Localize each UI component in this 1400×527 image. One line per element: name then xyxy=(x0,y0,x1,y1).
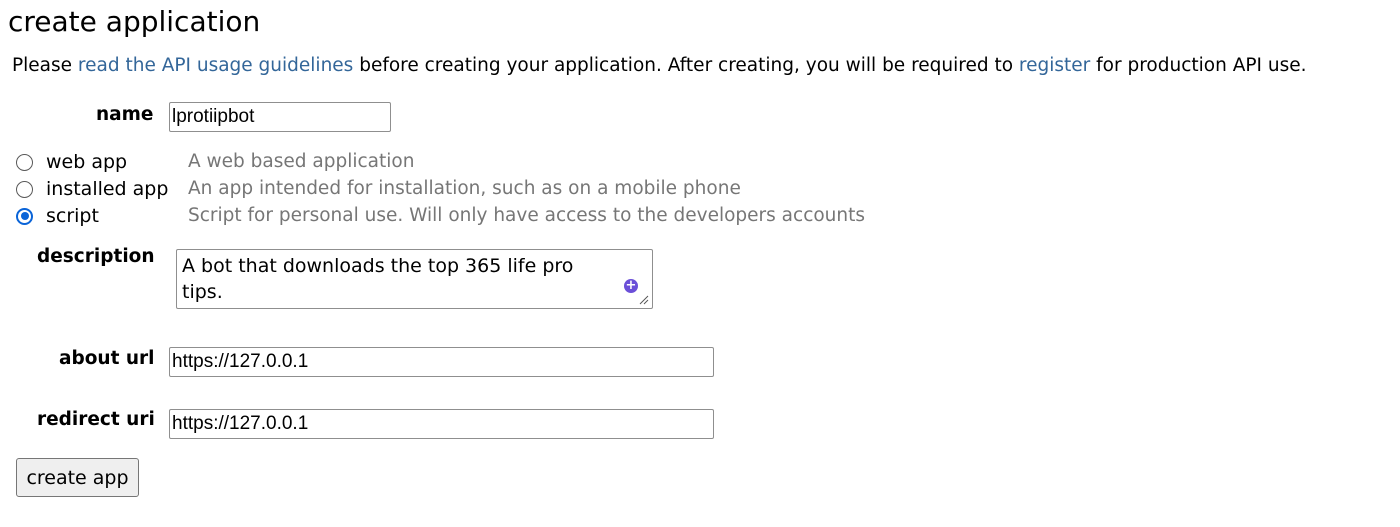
installed-app-label[interactable]: installed app xyxy=(46,177,168,201)
script-label[interactable]: script xyxy=(46,204,99,228)
api-guidelines-link[interactable]: read the API usage guidelines xyxy=(78,55,353,76)
name-input[interactable] xyxy=(169,102,391,132)
web-app-radio[interactable] xyxy=(16,153,33,171)
radio-row-script[interactable]: script xyxy=(16,204,99,228)
script-radio[interactable] xyxy=(16,207,33,225)
plus-circle-icon[interactable]: + xyxy=(624,279,638,293)
web-app-label[interactable]: web app xyxy=(46,150,127,174)
resize-handle-icon[interactable] xyxy=(637,293,649,305)
radio-row-installed-app[interactable]: installed app xyxy=(16,177,168,201)
create-app-button[interactable]: create app xyxy=(16,458,139,497)
page-title: create application xyxy=(8,5,261,38)
intro-text-part-1: Please xyxy=(12,55,78,76)
intro-text: Please read the API usage guidelines bef… xyxy=(12,53,1306,79)
description-label: description xyxy=(37,246,155,267)
installed-app-help: An app intended for installation, such a… xyxy=(188,178,741,199)
script-help: Script for personal use. Will only have … xyxy=(188,205,866,226)
intro-text-part-3: for production API use. xyxy=(1090,55,1307,76)
description-textarea[interactable]: A bot that downloads the top 365 life pr… xyxy=(176,249,653,309)
redirect-uri-input[interactable] xyxy=(169,409,714,439)
radio-row-web-app[interactable]: web app xyxy=(16,150,127,174)
about-url-input[interactable] xyxy=(169,347,714,377)
name-label: name xyxy=(96,104,154,125)
register-link[interactable]: register xyxy=(1019,55,1090,76)
about-url-label: about url xyxy=(59,348,155,369)
installed-app-radio[interactable] xyxy=(16,180,33,198)
web-app-help: A web based application xyxy=(188,151,415,172)
intro-text-part-2: before creating your application. After … xyxy=(353,55,1019,76)
redirect-uri-label: redirect uri xyxy=(37,409,155,430)
